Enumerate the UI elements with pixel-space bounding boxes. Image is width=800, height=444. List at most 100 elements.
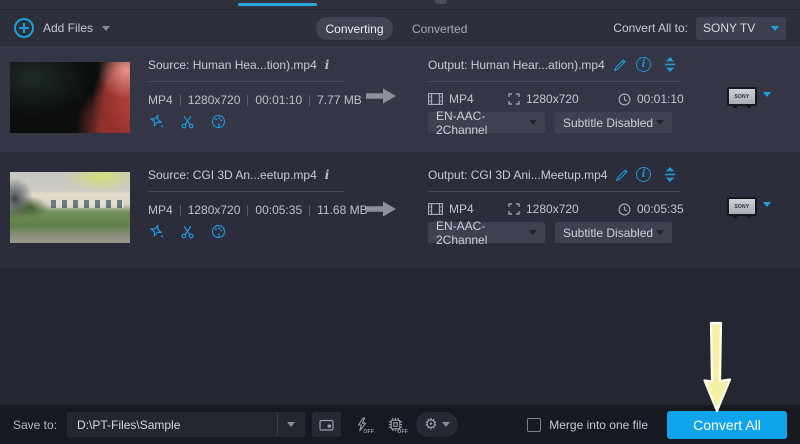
- source-resolution: 1280x720: [188, 93, 241, 107]
- open-folder-button[interactable]: [312, 412, 341, 437]
- output-resolution: 1280x720: [526, 202, 579, 216]
- convert-direction-arrow-icon: [366, 200, 396, 218]
- save-path-caret-icon: [287, 422, 295, 427]
- add-files-label: Add Files: [43, 21, 93, 35]
- adjust-profile-icon[interactable]: [664, 57, 676, 72]
- device-profile-caret-icon[interactable]: [763, 92, 771, 97]
- output-resolution: 1280x720: [526, 92, 579, 106]
- subtitle-caret-icon: [656, 120, 664, 125]
- audio-caret-icon: [529, 120, 537, 125]
- cpu-mode-toggle[interactable]: OFF: [382, 412, 409, 437]
- source-size: 7.77 MB: [317, 93, 362, 107]
- duration-clock-icon: [618, 203, 631, 216]
- video-thumbnail[interactable]: [10, 62, 130, 133]
- cpu-off-label: OFF: [397, 429, 408, 435]
- tab-converting[interactable]: Converting: [316, 17, 393, 40]
- source-resolution: 1280x720: [188, 203, 241, 217]
- audio-caret-icon: [529, 230, 537, 235]
- source-info-icon[interactable]: i: [325, 58, 330, 72]
- device-badge-label: SONY: [734, 94, 749, 99]
- file-row-1: Source: Human Hea...tion).mp4 i MP4 1280…: [0, 46, 800, 152]
- audio-track-value: EN-AAC-2Channel: [436, 219, 529, 247]
- toolbar: Add Files Converting Converted Convert A…: [0, 10, 800, 46]
- divider: [428, 81, 680, 82]
- thumbnail-detail: [51, 200, 124, 208]
- convert-all-to-label: Convert All to:: [613, 21, 688, 35]
- source-info-icon[interactable]: i: [325, 168, 330, 182]
- source-filename: Source: Human Hea...tion).mp4: [148, 58, 317, 72]
- tab-icon-fragment: [435, 0, 447, 4]
- convert-all-to-select[interactable]: SONY TV: [696, 17, 786, 40]
- source-specs: MP4 1280x720 00:01:10 7.77 MB: [148, 93, 362, 107]
- convert-all-to-caret-icon: [771, 26, 779, 31]
- hw-accel-off-label: OFF: [363, 429, 374, 435]
- tab-converted[interactable]: Converted: [412, 17, 467, 40]
- adjust-profile-icon[interactable]: [664, 167, 676, 182]
- cut-trim-icon[interactable]: [180, 225, 195, 239]
- convert-direction-arrow-icon: [366, 87, 396, 105]
- active-tab-indicator: [238, 3, 317, 6]
- source-size: 11.68 MB: [317, 203, 367, 217]
- device-profile-badge[interactable]: SONY: [727, 197, 757, 216]
- source-format: MP4: [148, 93, 173, 107]
- bottom-bar: Save to: D:\PT-Files\Sample OFF OFF ⚙ Me…: [0, 405, 800, 444]
- add-files-caret-icon[interactable]: [102, 26, 110, 31]
- edit-effects-icon[interactable]: [149, 224, 164, 239]
- save-path-input[interactable]: D:\PT-Files\Sample: [67, 412, 305, 437]
- source-specs: MP4 1280x720 00:05:35 11.68 MB: [148, 203, 368, 217]
- format-film-icon: [428, 93, 443, 105]
- divider: [428, 191, 680, 192]
- save-path-value: D:\PT-Files\Sample: [68, 418, 277, 432]
- source-duration: 00:05:35: [255, 203, 302, 217]
- filter-palette-icon[interactable]: [211, 224, 226, 239]
- merge-label: Merge into one file: [549, 418, 648, 432]
- cut-trim-icon[interactable]: [180, 115, 195, 129]
- tab-converting-label: Converting: [325, 22, 383, 36]
- settings-button[interactable]: ⚙: [416, 412, 458, 437]
- output-filename: Output: Human Hear...ation).mp4: [428, 58, 605, 72]
- rename-pencil-icon[interactable]: [615, 168, 629, 182]
- subtitle-value: Subtitle Disabled: [563, 116, 653, 130]
- convert-all-button[interactable]: Convert All: [667, 411, 787, 439]
- convert-all-button-label: Convert All: [693, 417, 761, 433]
- output-format: MP4: [449, 92, 474, 106]
- hardware-acceleration-toggle[interactable]: OFF: [348, 412, 375, 437]
- source-format: MP4: [148, 203, 173, 217]
- merge-option: Merge into one file: [527, 418, 648, 432]
- audio-track-value: EN-AAC-2Channel: [436, 109, 529, 137]
- edit-effects-icon[interactable]: [149, 114, 164, 129]
- output-filename: Output: CGI 3D Ani...Meetup.mp4: [428, 168, 607, 182]
- output-info-icon[interactable]: i: [636, 167, 651, 182]
- source-duration: 00:01:10: [255, 93, 302, 107]
- divider: [148, 191, 344, 192]
- video-thumbnail[interactable]: [10, 172, 130, 243]
- output-info-icon[interactable]: i: [636, 57, 651, 72]
- gear-icon: ⚙: [424, 417, 437, 432]
- subtitle-select[interactable]: Subtitle Disabled: [555, 112, 672, 133]
- resolution-expand-icon: [508, 93, 520, 105]
- device-profile-caret-icon[interactable]: [763, 202, 771, 207]
- subtitle-select[interactable]: Subtitle Disabled: [555, 222, 672, 243]
- folder-icon: [319, 418, 334, 431]
- audio-track-select[interactable]: EN-AAC-2Channel: [428, 222, 545, 243]
- output-duration: 00:01:10: [637, 92, 684, 106]
- subtitle-value: Subtitle Disabled: [563, 226, 653, 240]
- tab-converted-label: Converted: [412, 22, 467, 36]
- save-path-dropdown[interactable]: [277, 413, 304, 436]
- filter-palette-icon[interactable]: [211, 114, 226, 129]
- resolution-expand-icon: [508, 203, 520, 215]
- audio-track-select[interactable]: EN-AAC-2Channel: [428, 112, 545, 133]
- file-list-empty-area: [0, 268, 800, 405]
- source-filename: Source: CGI 3D An...eetup.mp4: [148, 168, 317, 182]
- duration-clock-icon: [618, 93, 631, 106]
- device-badge-label: SONY: [734, 204, 749, 209]
- rename-pencil-icon[interactable]: [613, 58, 627, 72]
- divider: [148, 81, 344, 82]
- merge-checkbox[interactable]: [527, 418, 541, 432]
- convert-all-to-value: SONY TV: [703, 21, 755, 35]
- output-format: MP4: [449, 202, 474, 216]
- settings-caret-icon: [442, 422, 450, 427]
- add-files-button[interactable]: Add Files: [14, 18, 110, 38]
- device-profile-badge[interactable]: SONY: [727, 87, 757, 106]
- window-tab-strip: [0, 0, 800, 10]
